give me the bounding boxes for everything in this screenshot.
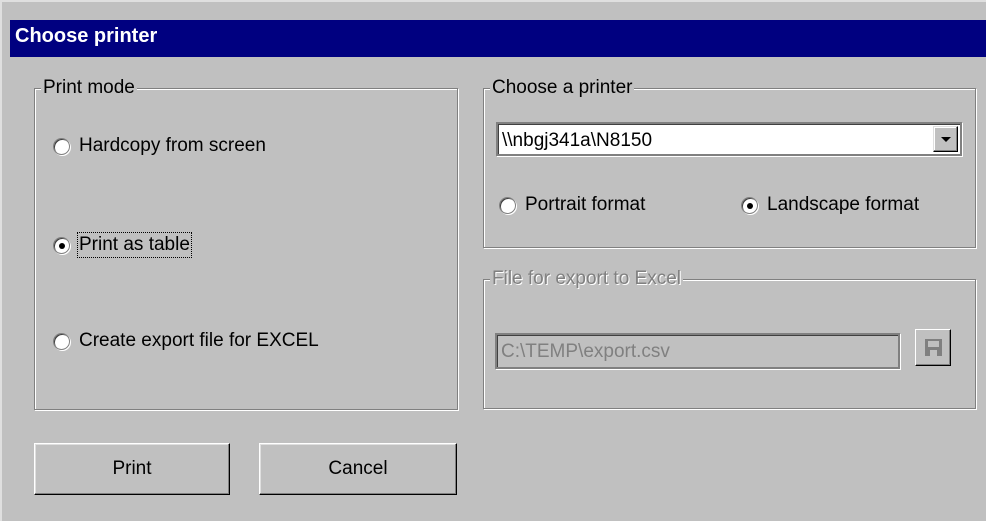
- floppy-disk-icon: [925, 339, 942, 356]
- radio-button[interactable]: [741, 196, 758, 214]
- radio-create-export-file[interactable]: Create export file for EXCEL: [53, 330, 319, 352]
- radio-hardcopy-from-screen[interactable]: Hardcopy from screen: [53, 135, 266, 157]
- print-button-label: Print: [112, 458, 152, 479]
- radio-landscape-format[interactable]: Landscape format: [741, 194, 919, 216]
- title-bar[interactable]: Choose printer: [10, 20, 986, 57]
- cancel-button-label: Cancel: [328, 458, 388, 479]
- radio-button[interactable]: [499, 196, 516, 214]
- radio-selected-dot: [59, 242, 65, 249]
- radio-button[interactable]: [53, 332, 70, 350]
- radio-label: Print as table: [77, 232, 192, 258]
- choose-printer-legend: Choose a printer: [490, 77, 635, 99]
- floppy-label: [928, 341, 939, 347]
- print-mode-legend: Print mode: [41, 77, 137, 99]
- printer-select[interactable]: \\nbgj341a\N8150: [496, 122, 962, 156]
- export-file-path-field[interactable]: C:\TEMP\export.csv: [495, 333, 900, 369]
- export-file-legend: File for export to Excel: [490, 268, 684, 290]
- print-button[interactable]: Print: [34, 443, 230, 495]
- printer-select-value: \\nbgj341a\N8150: [502, 130, 653, 151]
- radio-selected-dot: [747, 202, 753, 209]
- radio-label: Portrait format: [525, 194, 646, 215]
- radio-print-as-table[interactable]: Print as table: [53, 232, 192, 258]
- floppy-shutter: [930, 350, 937, 356]
- radio-label: Hardcopy from screen: [79, 135, 266, 156]
- chevron-down-icon: [941, 137, 951, 142]
- choose-printer-group: Choose a printer: [483, 77, 976, 248]
- choose-printer-dialog: Choose printer Print mode Hardcopy from …: [0, 0, 986, 521]
- export-file-path-value: C:\TEMP\export.csv: [501, 341, 670, 362]
- radio-button[interactable]: [53, 236, 70, 254]
- cancel-button[interactable]: Cancel: [259, 443, 457, 495]
- radio-portrait-format[interactable]: Portrait format: [499, 194, 645, 216]
- browse-save-button[interactable]: [915, 329, 951, 366]
- radio-button[interactable]: [53, 137, 70, 155]
- dropdown-button[interactable]: [933, 126, 958, 152]
- window-title: Choose printer: [15, 25, 158, 47]
- radio-label: Landscape format: [767, 194, 920, 215]
- radio-label: Create export file for EXCEL: [79, 330, 319, 351]
